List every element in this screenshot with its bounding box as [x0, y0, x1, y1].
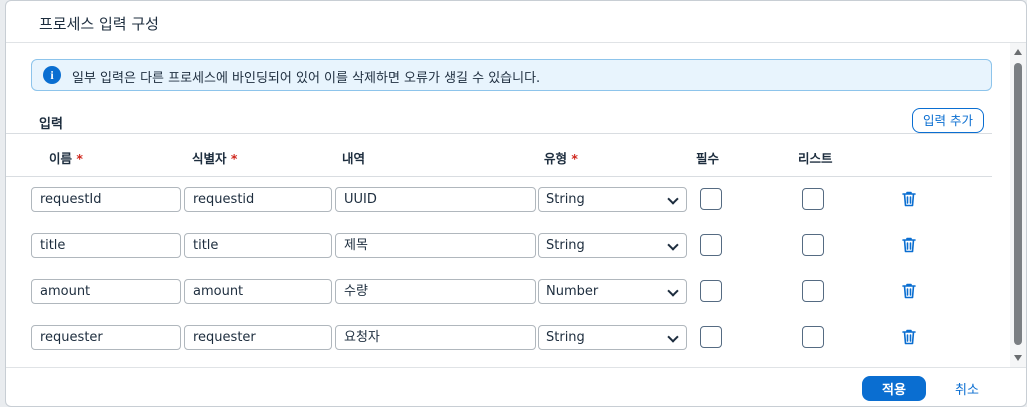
dialog-header: 프로세스 입력 구성: [6, 1, 1026, 43]
list-checkbox[interactable]: [802, 280, 824, 302]
inputs-section-title: 입력: [39, 117, 63, 132]
table-row: requestId requestid UUID String: [6, 187, 996, 233]
description-input[interactable]: 제목: [335, 233, 536, 258]
info-icon: i: [43, 66, 61, 84]
column-header-identifier: 식별자 *: [192, 151, 238, 166]
dialog-footer: 적용 취소: [6, 367, 1026, 406]
type-select[interactable]: String: [538, 325, 687, 350]
identifier-input[interactable]: requestid: [184, 187, 332, 212]
type-select[interactable]: Number: [538, 279, 687, 304]
type-select[interactable]: String: [538, 187, 687, 212]
description-input[interactable]: 수량: [335, 279, 536, 304]
required-checkbox[interactable]: [700, 326, 722, 348]
name-input[interactable]: amount: [31, 279, 181, 304]
scroll-down-arrow-icon[interactable]: [1014, 355, 1022, 361]
chevron-down-icon: [667, 285, 679, 297]
dialog-content: i 일부 입력은 다른 프로세스에 바인딩되어 있어 이를 삭제하면 오류가 생…: [6, 43, 1012, 367]
vertical-scrollbar[interactable]: [1010, 43, 1026, 367]
name-input[interactable]: title: [31, 233, 181, 258]
column-header-required: 필수: [696, 151, 720, 166]
scroll-up-arrow-icon[interactable]: [1014, 49, 1022, 55]
dialog-title: 프로세스 입력 구성: [39, 15, 159, 33]
type-select-value: String: [546, 238, 585, 253]
trash-icon[interactable]: [900, 236, 918, 254]
column-header-description: 내역: [342, 151, 366, 166]
list-checkbox[interactable]: [802, 234, 824, 256]
chevron-down-icon: [667, 239, 679, 251]
column-header-type: 유형 *: [544, 151, 578, 166]
column-header-list: 리스트: [798, 151, 833, 166]
identifier-input[interactable]: amount: [184, 279, 332, 304]
name-input[interactable]: requester: [31, 325, 181, 350]
identifier-input[interactable]: title: [184, 233, 332, 258]
required-checkbox[interactable]: [700, 234, 722, 256]
list-checkbox[interactable]: [802, 188, 824, 210]
column-header-name: 이름 *: [49, 151, 83, 166]
table-row: requester requester 요청자 String: [6, 325, 996, 367]
table-header: 이름 * 식별자 * 내역 유형 * 필수 리스트: [6, 133, 992, 177]
add-input-button[interactable]: 입력 추가: [912, 108, 984, 133]
apply-button[interactable]: 적용: [862, 376, 926, 401]
identifier-input[interactable]: requester: [184, 325, 332, 350]
trash-icon[interactable]: [900, 190, 918, 208]
table-row: title title 제목 String: [6, 233, 996, 279]
scroll-thumb[interactable]: [1014, 63, 1022, 345]
description-input[interactable]: UUID: [335, 187, 536, 212]
required-checkbox[interactable]: [700, 188, 722, 210]
type-select-value: String: [546, 330, 585, 345]
list-checkbox[interactable]: [802, 326, 824, 348]
trash-icon[interactable]: [900, 282, 918, 300]
info-message: 일부 입력은 다른 프로세스에 바인딩되어 있어 이를 삭제하면 오류가 생길 …: [72, 71, 541, 86]
chevron-down-icon: [667, 331, 679, 343]
table-row: amount amount 수량 Number: [6, 279, 996, 325]
type-select[interactable]: String: [538, 233, 687, 258]
type-select-value: Number: [546, 284, 599, 299]
chevron-down-icon: [667, 193, 679, 205]
required-checkbox[interactable]: [700, 280, 722, 302]
description-input[interactable]: 요청자: [335, 325, 536, 350]
name-input[interactable]: requestId: [31, 187, 181, 212]
type-select-value: String: [546, 192, 585, 207]
process-input-config-dialog: 프로세스 입력 구성 i 일부 입력은 다른 프로세스에 바인딩되어 있어 이를…: [5, 0, 1027, 407]
trash-icon[interactable]: [900, 328, 918, 346]
info-message-strip: i 일부 입력은 다른 프로세스에 바인딩되어 있어 이를 삭제하면 오류가 생…: [31, 59, 992, 91]
cancel-button[interactable]: 취소: [942, 376, 992, 401]
